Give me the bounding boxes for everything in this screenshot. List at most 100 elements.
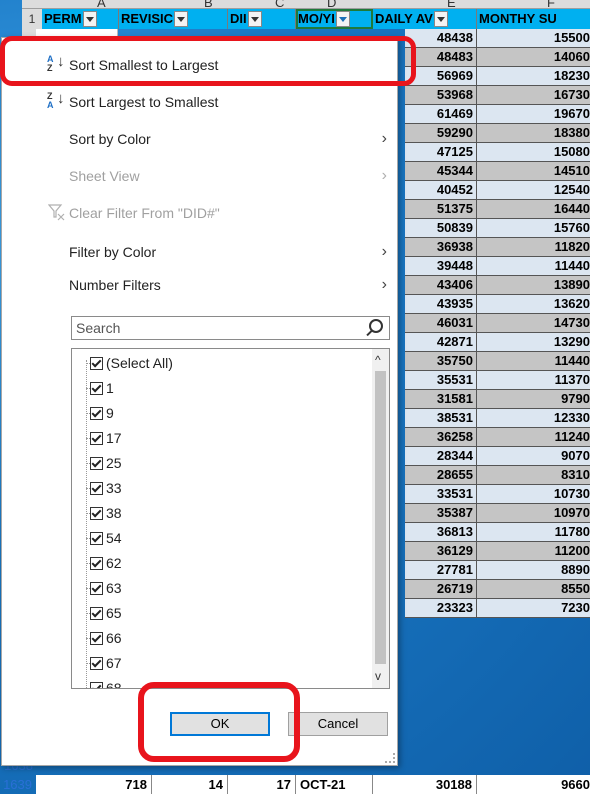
col-letter-d[interactable]: D [327, 0, 336, 8]
cell-monthly-sum[interactable]: 12540 [477, 181, 590, 200]
cell-monthly-sum[interactable]: 10730 [477, 485, 590, 504]
checkbox[interactable] [90, 482, 103, 495]
col-letter-e[interactable]: E [447, 0, 456, 8]
checkbox[interactable] [90, 582, 103, 595]
row-number[interactable]: 1639 [0, 775, 36, 794]
cell-daily-avg[interactable]: 36938 [405, 238, 477, 257]
cell-daily-avg[interactable]: 46031 [405, 314, 477, 333]
col-letter-a[interactable]: A [97, 0, 106, 8]
cell-monthly-sum[interactable]: 14060 [477, 48, 590, 67]
cell-daily-avg[interactable]: 51375 [405, 200, 477, 219]
cell-monthly-sum[interactable]: 12330 [477, 409, 590, 428]
filter-by-color[interactable]: Filter by Color › [2, 237, 397, 267]
cell-monthly-sum[interactable]: 15500 [477, 29, 590, 48]
header-perm[interactable]: PERM [42, 9, 119, 29]
checkbox[interactable] [90, 357, 103, 370]
cell-daily-avg[interactable]: 35531 [405, 371, 477, 390]
cell-daily-avg[interactable]: 26719 [405, 580, 477, 599]
filter-value-list[interactable]: (Select All) 1 9 17 25 33 38 54 62 63 65 66 67 68 ^ v [71, 348, 390, 689]
cell-daily-avg[interactable]: 31581 [405, 390, 477, 409]
cell-daily-avg[interactable]: 53968 [405, 86, 477, 105]
cell-monthly-sum[interactable]: 18230 [477, 67, 590, 86]
cell-monthly-sum[interactable]: 7230 [477, 599, 590, 618]
cell-daily-avg[interactable]: 36129 [405, 542, 477, 561]
scroll-down-icon[interactable]: v [375, 669, 381, 683]
cell-monthly-sum[interactable]: 13290 [477, 333, 590, 352]
cell-monthly-sum[interactable]: 11370 [477, 371, 590, 390]
cell-daily-avg[interactable]: 59290 [405, 124, 477, 143]
cell-monthly-sum[interactable]: 15080 [477, 143, 590, 162]
cell-perm[interactable]: 718 [36, 775, 152, 794]
cell-monthly-sum[interactable]: 16440 [477, 200, 590, 219]
scroll-thumb[interactable] [375, 371, 386, 664]
cell-monthly-sum[interactable]: 9790 [477, 390, 590, 409]
cell-monthly-sum[interactable]: 11440 [477, 352, 590, 371]
filter-dropdown-icon[interactable] [174, 10, 189, 27]
cell-monthly-sum[interactable]: 11780 [477, 523, 590, 542]
checkbox[interactable] [90, 682, 103, 688]
cell-monthly-sum[interactable]: 18380 [477, 124, 590, 143]
cell-monthly-sum[interactable]: 14730 [477, 314, 590, 333]
cell-daily-avg[interactable]: 50839 [405, 219, 477, 238]
cell-daily-avg[interactable]: 40452 [405, 181, 477, 200]
checkbox[interactable] [90, 657, 103, 670]
cell-daily-avg[interactable]: 47125 [405, 143, 477, 162]
cell-monthly-sum[interactable]: 11820 [477, 238, 590, 257]
col-letter-b[interactable]: B [204, 0, 213, 8]
cell-monthly-sum[interactable]: 11200 [477, 542, 590, 561]
cell-monthly-sum[interactable]: 11240 [477, 428, 590, 447]
resize-grip[interactable] [385, 753, 395, 763]
cell-monthly-sum[interactable]: 16730 [477, 86, 590, 105]
cell-daily-avg[interactable]: 35750 [405, 352, 477, 371]
checkbox[interactable] [90, 557, 103, 570]
filter-active-icon[interactable] [335, 10, 350, 27]
cell-monthly-sum[interactable]: 13890 [477, 276, 590, 295]
cell-monthly-sum[interactable]: 9070 [477, 447, 590, 466]
cell-daily-avg[interactable]: 43406 [405, 276, 477, 295]
cell-daily-avg[interactable]: 28344 [405, 447, 477, 466]
cell-daily-avg[interactable]: 45344 [405, 162, 477, 181]
cell-daily-avg[interactable]: 61469 [405, 105, 477, 124]
cell-daily-avg[interactable]: 43935 [405, 295, 477, 314]
cell-revision[interactable]: 14 [152, 775, 228, 794]
cell-monthly-sum[interactable]: 19670 [477, 105, 590, 124]
header-mo-yr[interactable]: MO/YI [296, 9, 373, 29]
header-monthly-sum[interactable]: MONTHY SU [477, 9, 590, 29]
cell-daily-avg[interactable]: 39448 [405, 257, 477, 276]
cell-daily-avg[interactable]: 35387 [405, 504, 477, 523]
scroll-up-icon[interactable]: ^ [375, 353, 381, 367]
cell-did[interactable]: 17 [228, 775, 296, 794]
header-daily-avg[interactable]: DAILY AV [373, 9, 477, 29]
cell-daily-avg[interactable]: 30188 [373, 775, 477, 794]
sort-by-color[interactable]: Sort by Color › [2, 124, 397, 154]
cell-monthly-sum[interactable]: 9660 [477, 775, 590, 794]
filter-dropdown-icon[interactable] [433, 10, 448, 27]
checkbox[interactable] [90, 507, 103, 520]
checkbox[interactable] [90, 382, 103, 395]
cell-daily-avg[interactable]: 42871 [405, 333, 477, 352]
filter-dropdown-icon[interactable] [247, 10, 262, 27]
cell-daily-avg[interactable]: 23323 [405, 599, 477, 618]
checkbox[interactable] [90, 532, 103, 545]
col-letter-f[interactable]: F [547, 0, 555, 8]
cell-daily-avg[interactable]: 28655 [405, 466, 477, 485]
cell-monthly-sum[interactable]: 14510 [477, 162, 590, 181]
checkbox[interactable] [90, 632, 103, 645]
cell-monthly-sum[interactable]: 11440 [477, 257, 590, 276]
cell-daily-avg[interactable]: 36258 [405, 428, 477, 447]
checkbox[interactable] [90, 407, 103, 420]
col-letter-c[interactable]: C [275, 0, 284, 8]
cell-monthly-sum[interactable]: 8550 [477, 580, 590, 599]
cell-monthly-sum[interactable]: 13620 [477, 295, 590, 314]
cell-monthly-sum[interactable]: 8890 [477, 561, 590, 580]
list-scrollbar[interactable]: ^ v [372, 349, 389, 688]
checkbox[interactable] [90, 457, 103, 470]
search-input[interactable]: Search [71, 316, 390, 340]
sort-largest-to-smallest[interactable]: Z A ↓ Sort Largest to Smallest [2, 87, 397, 117]
filter-dropdown-icon[interactable] [82, 10, 97, 27]
header-did[interactable]: DII [228, 9, 296, 29]
row-number-1[interactable]: 1 [22, 9, 42, 29]
number-filters[interactable]: Number Filters › [2, 270, 397, 300]
cell-daily-avg[interactable]: 38531 [405, 409, 477, 428]
cancel-button[interactable]: Cancel [288, 712, 388, 736]
